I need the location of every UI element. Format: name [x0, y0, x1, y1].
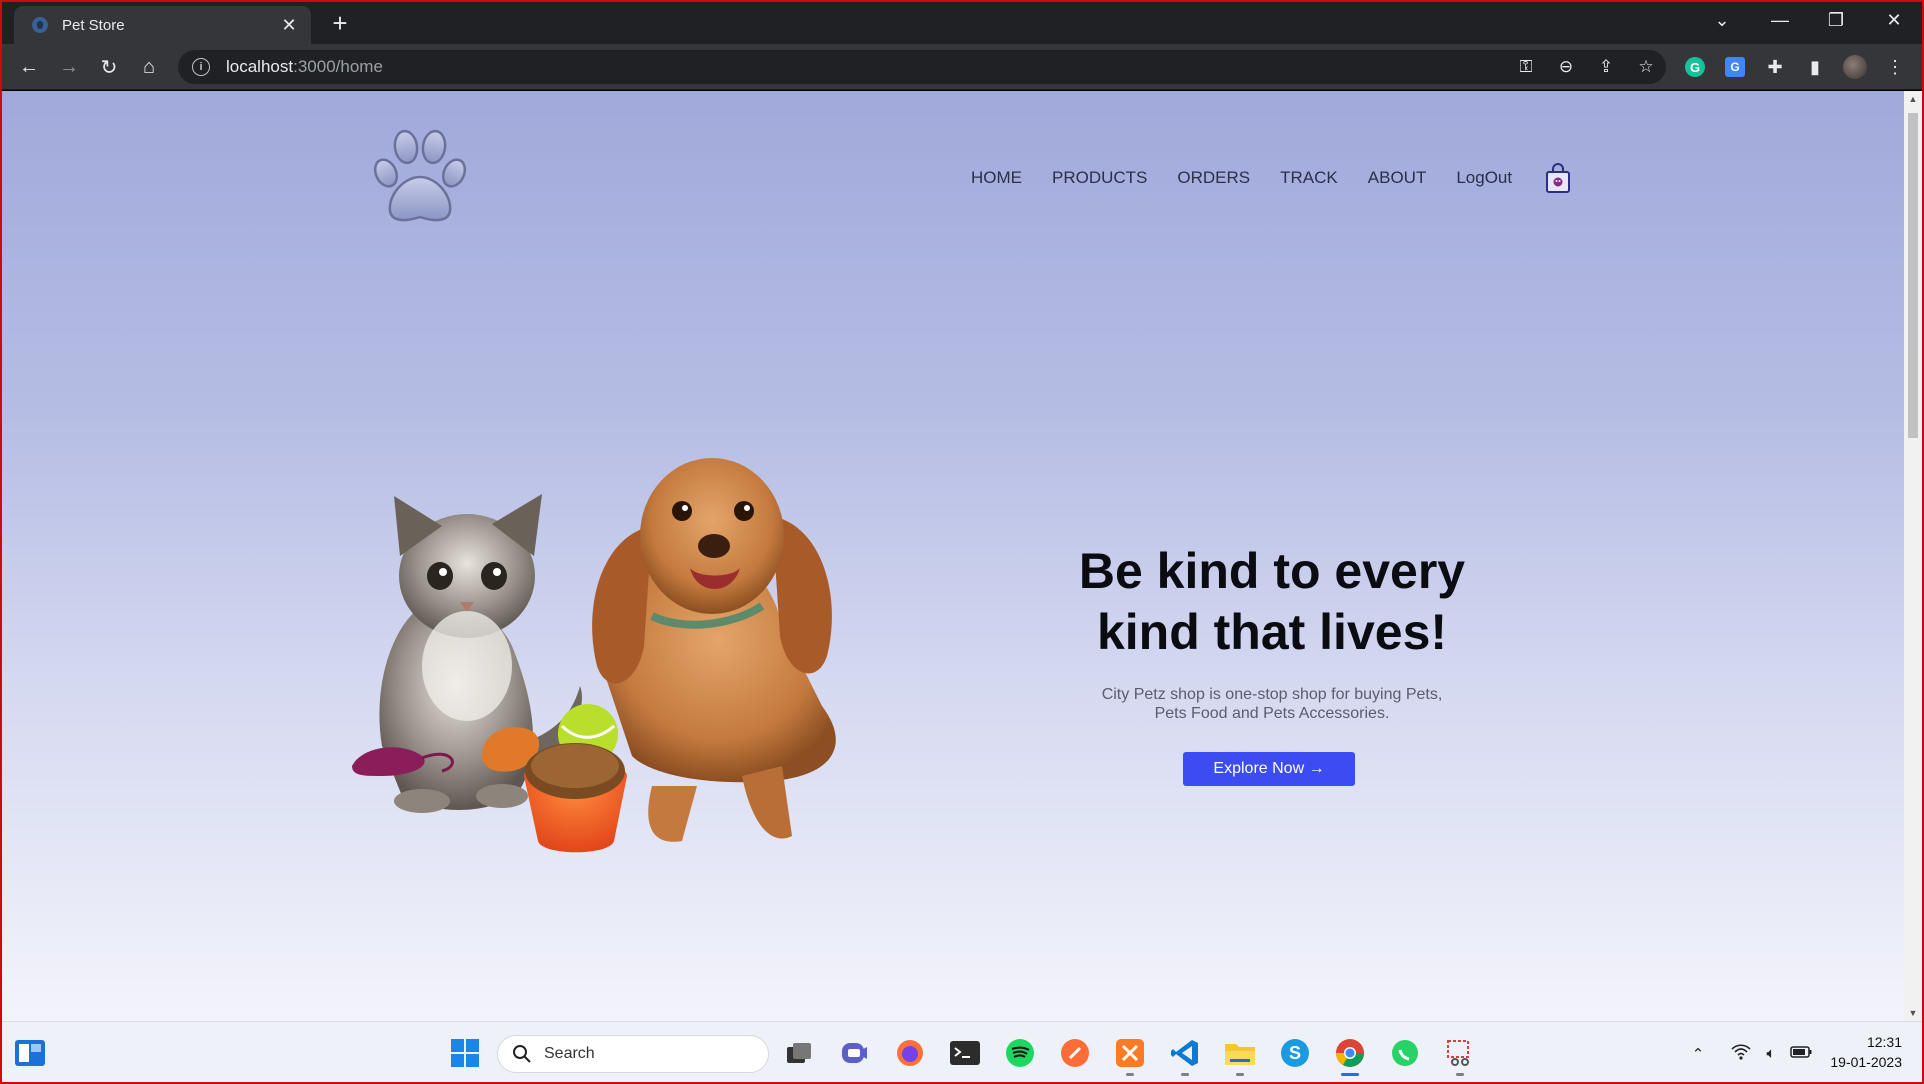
- scrollbar-thumb[interactable]: [1908, 113, 1918, 438]
- hero-description: City Petz shop is one-stop shop for buyi…: [1072, 685, 1472, 723]
- home-icon[interactable]: ⌂: [134, 52, 164, 82]
- nav-orders[interactable]: ORDERS: [1177, 168, 1250, 188]
- widgets-icon[interactable]: [13, 1036, 47, 1070]
- running-indicator: [1456, 1073, 1464, 1076]
- back-icon[interactable]: ←: [14, 52, 44, 82]
- chevron-up-icon[interactable]: ⌃: [1684, 1045, 1712, 1063]
- paw-logo-icon[interactable]: [364, 121, 474, 231]
- whatsapp-icon[interactable]: [1388, 1036, 1422, 1070]
- nav-logout[interactable]: LogOut: [1456, 168, 1512, 188]
- volume-icon[interactable]: 🔈︎: [1756, 1045, 1786, 1062]
- hero-description-line-1: City Petz shop is one-stop shop for buyi…: [1101, 686, 1443, 703]
- scroll-up-icon[interactable]: ▲: [1904, 91, 1922, 107]
- grammarly-extension-icon[interactable]: G: [1680, 52, 1710, 82]
- active-indicator: [1341, 1073, 1359, 1076]
- close-window-button[interactable]: ✕: [1866, 0, 1922, 40]
- start-windows-icon[interactable]: [448, 1036, 482, 1070]
- menu-kebab-icon[interactable]: ⋮: [1880, 52, 1910, 82]
- dog-image: [592, 458, 836, 842]
- site-info-icon[interactable]: i: [192, 58, 210, 76]
- browser-tab[interactable]: Pet Store ✕: [14, 6, 311, 44]
- main-nav: HOME PRODUCTS ORDERS TRACK ABOUT LogOut: [971, 162, 1572, 194]
- extensions-puzzle-icon[interactable]: ✚: [1760, 52, 1790, 82]
- clock-time: 12:31: [1866, 1034, 1902, 1050]
- share-icon[interactable]: ⇪: [1586, 57, 1626, 77]
- clock-date: 19-01-2023: [1830, 1054, 1902, 1070]
- system-tray: ⌃ 🔈︎: [1684, 1022, 1816, 1084]
- hero-description-line-2: Pets Food and Pets Accessories.: [1154, 705, 1390, 722]
- hero-title-line-2: kind that lives!: [1096, 604, 1448, 660]
- url-host: localhost: [226, 57, 294, 76]
- side-panel-icon[interactable]: ▮: [1800, 52, 1830, 82]
- page-viewport: HOME PRODUCTS ORDERS TRACK ABOUT LogOut: [2, 91, 1904, 1021]
- running-indicator: [1126, 1073, 1134, 1076]
- nav-home[interactable]: HOME: [971, 168, 1022, 188]
- snipping-tool-icon[interactable]: [1443, 1036, 1477, 1076]
- spotify-icon[interactable]: [1003, 1036, 1037, 1070]
- tab-search-icon[interactable]: ⌄: [1694, 0, 1750, 40]
- page-scrollbar[interactable]: ▲ ▼: [1904, 91, 1922, 1021]
- teams-chat-icon[interactable]: [838, 1036, 872, 1070]
- hero-title: Be kind to every kind that lives!: [1022, 541, 1522, 663]
- search-icon: [513, 1045, 531, 1063]
- tab-title: Pet Store: [62, 16, 125, 34]
- translate-extension-icon[interactable]: G: [1720, 52, 1750, 82]
- profile-avatar[interactable]: [1840, 52, 1870, 82]
- vscode-icon[interactable]: [1168, 1036, 1202, 1076]
- chrome-icon[interactable]: [1333, 1036, 1367, 1076]
- url-path: :3000/home: [293, 57, 383, 76]
- svg-text:S: S: [1289, 1043, 1301, 1063]
- nav-about[interactable]: ABOUT: [1368, 168, 1427, 188]
- address-bar[interactable]: i localhost:3000/home ⚿ ⊖ ⇪ ☆: [178, 50, 1666, 84]
- hero-title-line-1: Be kind to every: [1078, 543, 1466, 599]
- postman-icon[interactable]: [1058, 1036, 1092, 1070]
- favicon-icon: [32, 17, 48, 33]
- reload-icon[interactable]: ↻: [94, 52, 124, 82]
- explore-now-button[interactable]: Explore Now →: [1183, 752, 1355, 786]
- file-explorer-icon[interactable]: [1223, 1036, 1257, 1076]
- zoom-icon[interactable]: ⊖: [1546, 57, 1586, 77]
- browser-tab-strip: Pet Store ✕ + ⌄ — ❐ ✕: [0, 0, 1924, 44]
- wifi-icon[interactable]: [1726, 1043, 1756, 1064]
- nav-products[interactable]: PRODUCTS: [1052, 168, 1147, 188]
- windows-taskbar: Search S ⌃ 🔈︎ 12:31 19-01-2023: [0, 1021, 1924, 1084]
- close-tab-icon[interactable]: ✕: [277, 13, 301, 37]
- restore-button[interactable]: ❐: [1808, 0, 1864, 40]
- shopping-bag-icon[interactable]: [1544, 162, 1572, 194]
- skype-icon[interactable]: S: [1278, 1036, 1312, 1070]
- forward-icon[interactable]: →: [54, 52, 84, 82]
- battery-icon[interactable]: [1786, 1045, 1816, 1062]
- taskbar-search-box[interactable]: Search: [497, 1035, 769, 1073]
- nav-track[interactable]: TRACK: [1280, 168, 1338, 188]
- scroll-down-icon[interactable]: ▼: [1904, 1005, 1922, 1021]
- terminal-icon[interactable]: [948, 1036, 982, 1070]
- running-indicator: [1181, 1073, 1189, 1076]
- key-icon[interactable]: ⚿: [1506, 57, 1546, 77]
- task-view-icon[interactable]: [782, 1036, 816, 1070]
- taskbar-search-placeholder: Search: [544, 1045, 595, 1062]
- browser-toolbar: ← → ↻ ⌂ i localhost:3000/home ⚿ ⊖ ⇪ ☆ G …: [0, 44, 1924, 90]
- cat-and-dog-illustration: [352, 458, 836, 853]
- new-tab-button[interactable]: +: [326, 10, 354, 38]
- minimize-button[interactable]: —: [1752, 0, 1808, 40]
- running-indicator: [1236, 1073, 1244, 1076]
- xampp-icon[interactable]: [1113, 1036, 1147, 1076]
- bookmark-star-icon[interactable]: ☆: [1626, 57, 1666, 77]
- taskbar-clock[interactable]: 12:31 19-01-2023: [1830, 1032, 1902, 1072]
- firefox-icon[interactable]: [893, 1036, 927, 1070]
